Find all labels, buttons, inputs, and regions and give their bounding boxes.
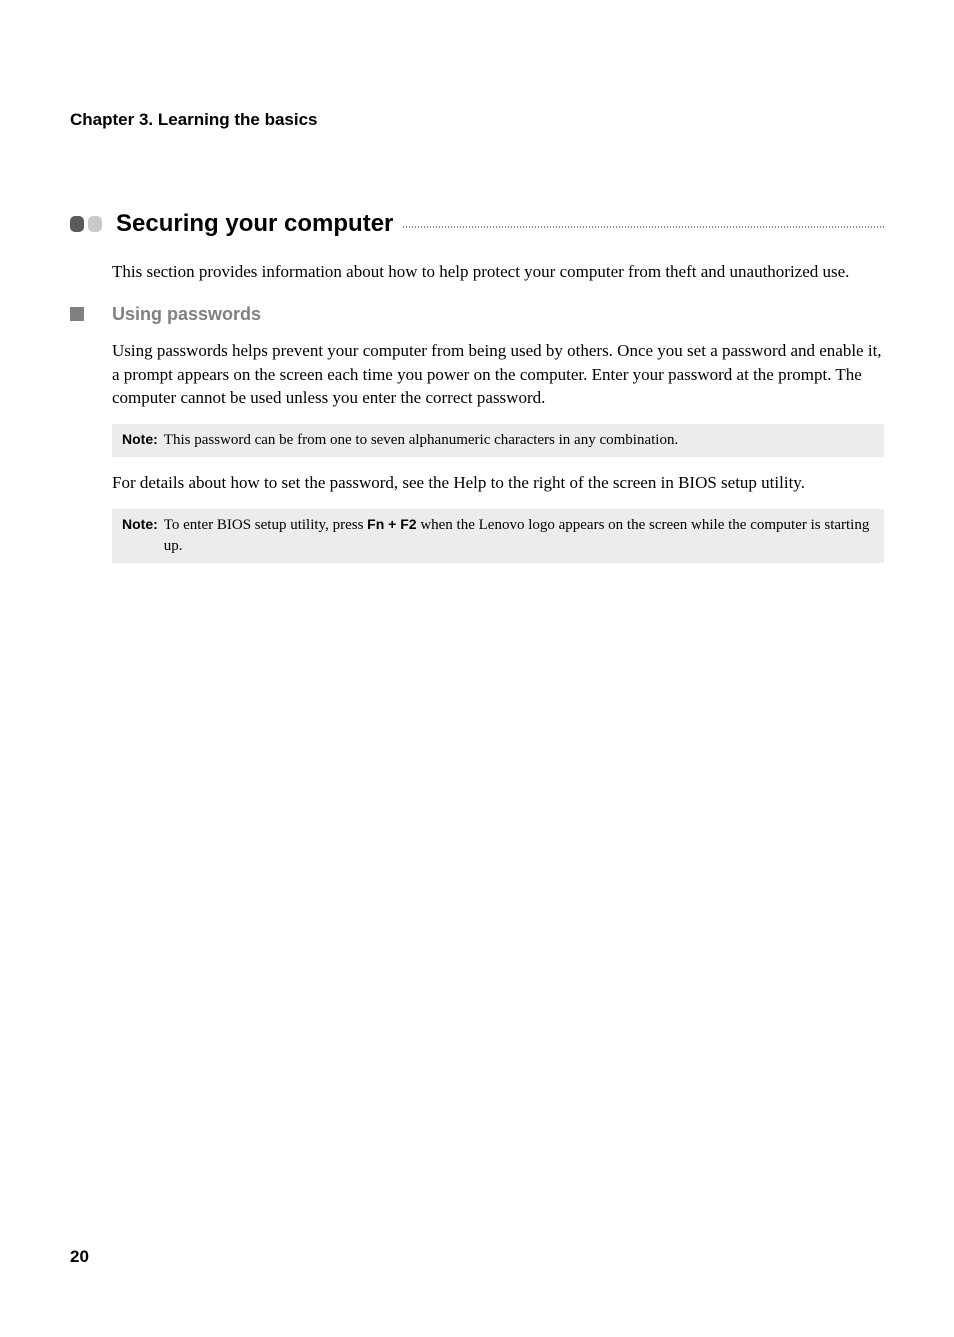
note2-bold: Fn + F2 (367, 516, 416, 532)
note-text-2: To enter BIOS setup utility, press Fn + … (164, 515, 874, 557)
subsection-title: Using passwords (112, 304, 261, 325)
section-heading-row: Securing your computer (70, 210, 884, 238)
intro-paragraph: This section provides information about … (112, 260, 884, 284)
section-title: Securing your computer (116, 210, 393, 238)
subsection-heading-row: Using passwords (70, 304, 884, 325)
note2-text-a: To enter BIOS setup utility, press (164, 517, 367, 533)
section-bullet-pair (70, 216, 102, 232)
body-paragraph-2: For details about how to set the passwor… (112, 471, 884, 495)
title-rule-line (403, 226, 884, 228)
note-block-2: Note: To enter BIOS setup utility, press… (112, 509, 884, 563)
note-label-1: Note: (122, 431, 158, 447)
bullet-dark-icon (70, 216, 84, 232)
bullet-light-icon (88, 216, 102, 232)
note-label-2: Note: (122, 515, 158, 557)
chapter-header: Chapter 3. Learning the basics (70, 110, 884, 130)
note-text-1: This password can be from one to seven a… (164, 432, 678, 448)
note-block-1: Note: This password can be from one to se… (112, 424, 884, 457)
page-number: 20 (70, 1247, 89, 1267)
square-bullet-icon (70, 307, 84, 321)
body-paragraph-1: Using passwords helps prevent your compu… (112, 339, 884, 410)
